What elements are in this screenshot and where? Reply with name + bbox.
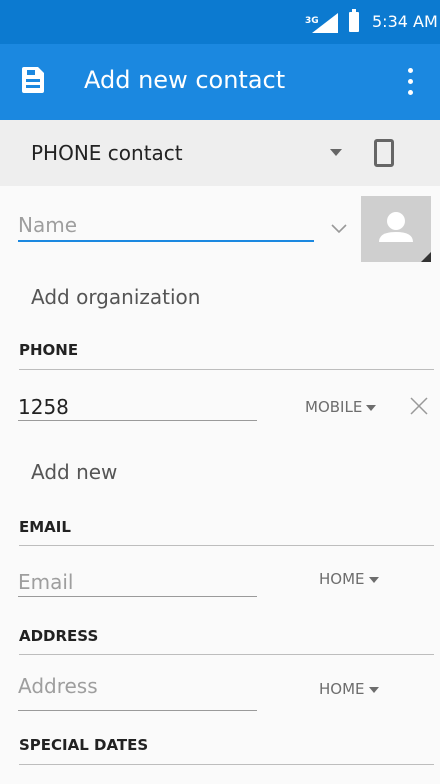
phone-type-label: MOBILE xyxy=(305,398,363,416)
phone-input-underline xyxy=(18,420,257,421)
email-section-title: EMAIL xyxy=(19,518,71,536)
name-input[interactable]: Name xyxy=(18,213,77,237)
contact-photo[interactable] xyxy=(361,196,431,262)
save-icon[interactable] xyxy=(22,67,44,93)
dropdown-caret-icon xyxy=(368,576,379,583)
address-type-label: HOME xyxy=(319,680,365,698)
address-input[interactable]: Address xyxy=(18,674,98,698)
email-section-divider xyxy=(19,545,434,546)
more-options-icon[interactable] xyxy=(398,64,422,100)
phone-section-divider xyxy=(19,369,434,370)
phone-device-icon xyxy=(374,139,394,167)
toolbar: Add new contact xyxy=(0,44,440,120)
phone-input[interactable]: 1258 xyxy=(18,395,69,419)
add-new-phone-button[interactable]: Add new xyxy=(31,460,117,484)
account-label: PHONE contact xyxy=(31,141,183,165)
email-type-dropdown[interactable]: HOME xyxy=(319,570,379,588)
expand-name-icon[interactable] xyxy=(331,224,347,234)
dropdown-caret-icon xyxy=(366,404,377,411)
status-time: 5:34 AM xyxy=(372,12,438,31)
address-type-dropdown[interactable]: HOME xyxy=(319,680,379,698)
status-bar: 3G 5:34 AM xyxy=(0,0,440,44)
dropdown-caret-icon xyxy=(368,686,379,693)
account-selector[interactable]: PHONE contact xyxy=(0,120,440,186)
email-input-underline xyxy=(18,596,257,597)
phone-section-title: PHONE xyxy=(19,341,79,359)
email-type-label: HOME xyxy=(319,570,365,588)
photo-corner-icon xyxy=(421,252,431,262)
signal-icon xyxy=(312,13,338,33)
address-section-divider xyxy=(19,654,434,655)
special-dates-section-divider xyxy=(19,764,434,765)
dropdown-caret-icon xyxy=(330,149,342,156)
page-title: Add new contact xyxy=(84,66,286,94)
address-section-title: ADDRESS xyxy=(19,627,99,645)
phone-type-dropdown[interactable]: MOBILE xyxy=(305,398,377,416)
battery-icon xyxy=(349,9,359,32)
remove-phone-icon[interactable] xyxy=(410,397,428,415)
email-input[interactable]: Email xyxy=(18,570,74,594)
name-input-underline xyxy=(18,240,314,242)
add-organization-button[interactable]: Add organization xyxy=(31,285,200,309)
special-dates-section-title: SPECIAL DATES xyxy=(19,736,149,754)
address-input-underline xyxy=(18,710,257,711)
